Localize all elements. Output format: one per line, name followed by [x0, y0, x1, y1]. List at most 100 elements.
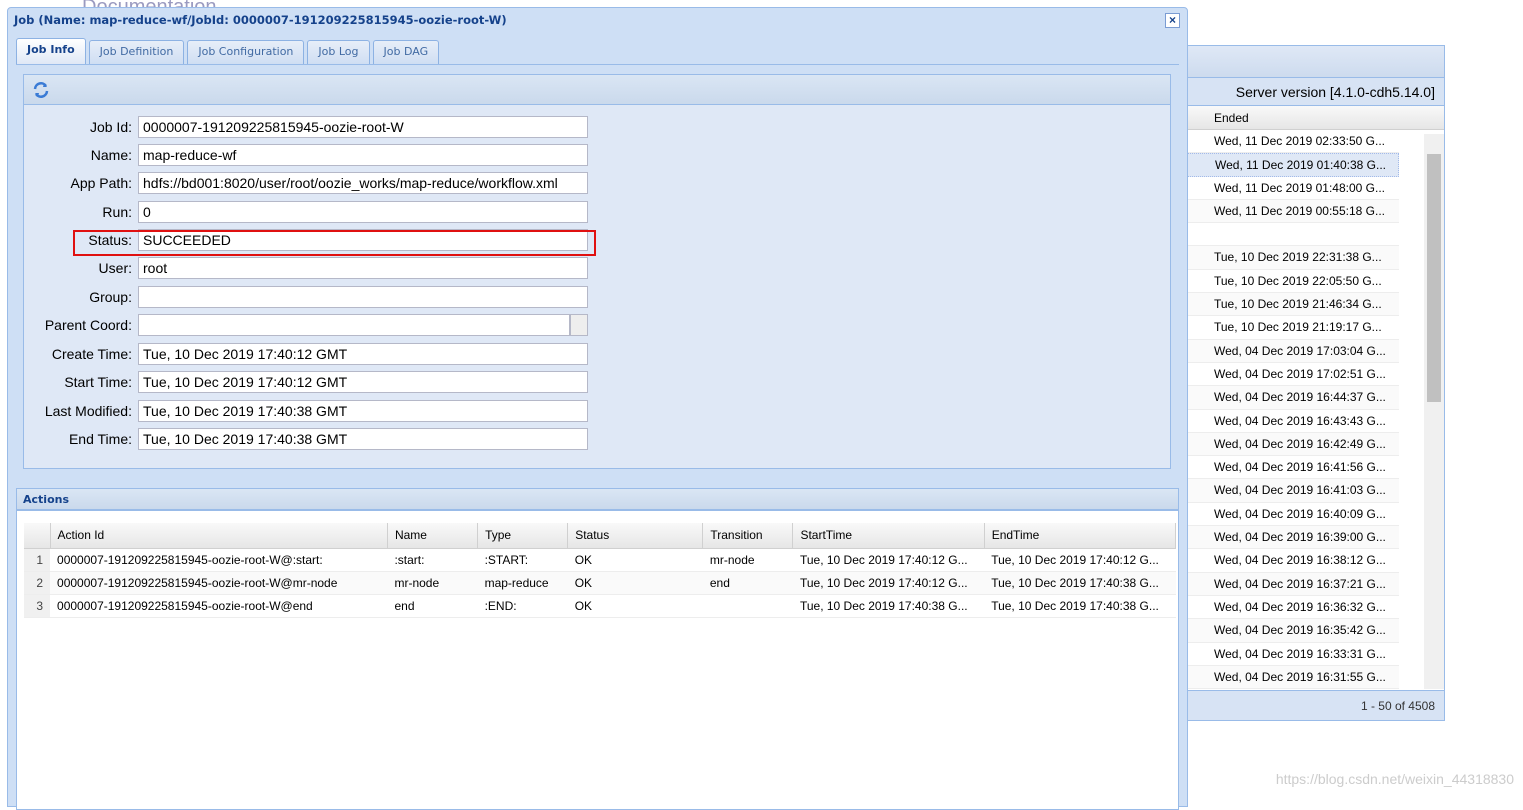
server-version: Server version [4.1.0-cdh5.14.0]	[1181, 78, 1444, 106]
job-row[interactable]: Wed, 11 Dec 2019 01:40:38 G...	[1181, 153, 1399, 177]
field-label: Create Time:	[51, 346, 132, 362]
job-row[interactable]: Wed, 04 Dec 2019 16:39:00 G...	[1181, 526, 1399, 550]
action-cell: 0000007-191209225815945-oozie-root-W@end	[50, 594, 388, 618]
field-start-time[interactable]: Tue, 10 Dec 2019 17:40:12 GMT	[138, 371, 588, 393]
field-label: Job Id:	[89, 119, 132, 135]
field-label: User:	[98, 260, 132, 276]
field-name[interactable]: map-reduce-wf	[138, 144, 588, 166]
job-row[interactable]: Wed, 04 Dec 2019 17:03:04 G...	[1181, 339, 1399, 363]
field-parent-coord[interactable]	[138, 314, 570, 336]
close-button[interactable]: ×	[1165, 13, 1180, 28]
actions-header: Actions	[16, 488, 1179, 510]
tab-job-info[interactable]: Job Info	[16, 38, 86, 64]
field-label: Run:	[102, 204, 132, 220]
field-app-path[interactable]: hdfs://bd001:8020/user/root/oozie_works/…	[138, 172, 588, 194]
action-cell: :END:	[477, 594, 568, 618]
column-header[interactable]	[24, 523, 51, 549]
job-row[interactable]: Wed, 04 Dec 2019 16:41:03 G...	[1181, 479, 1399, 503]
action-cell: mr-node	[387, 571, 478, 595]
field-user[interactable]: root	[138, 257, 588, 279]
action-cell: :START:	[477, 548, 568, 572]
action-cell: OK	[567, 548, 703, 572]
action-cell: 0000007-191209225815945-oozie-root-W@mr-…	[50, 571, 388, 595]
action-cell: :start:	[387, 548, 478, 572]
panel-toolbar	[24, 75, 1170, 105]
column-header[interactable]: Status	[567, 523, 704, 549]
job-row[interactable]: Wed, 04 Dec 2019 16:31:55 G...	[1181, 665, 1399, 690]
action-cell: Tue, 10 Dec 2019 17:40:38 G...	[984, 594, 1176, 618]
field-label: Start Time:	[64, 374, 132, 390]
row-number: 2	[24, 571, 51, 595]
job-row[interactable]: Wed, 11 Dec 2019 00:55:18 G...	[1181, 199, 1399, 224]
action-cell: OK	[567, 571, 703, 595]
field-label: Parent Coord:	[44, 317, 132, 333]
job-row[interactable]: Wed, 11 Dec 2019 02:33:50 G...	[1181, 130, 1399, 154]
column-header[interactable]: StartTime	[792, 523, 985, 549]
action-cell: end	[702, 571, 793, 595]
action-cell: Tue, 10 Dec 2019 17:40:38 G...	[984, 571, 1176, 595]
field-run[interactable]: 0	[138, 201, 588, 223]
column-header-ended[interactable]: Ended	[1181, 106, 1444, 130]
actions-grid: Action Id Name Type Status Transition StartTi…	[16, 510, 1179, 810]
action-cell: Tue, 10 Dec 2019 17:40:12 G...	[792, 571, 985, 595]
tab-job-definition[interactable]: Job Definition	[88, 40, 185, 64]
column-header[interactable]: Type	[477, 523, 569, 549]
tab-job-log[interactable]: Job Log	[307, 40, 370, 64]
tab-job-dag[interactable]: Job DAG	[372, 40, 440, 64]
action-cell: Tue, 10 Dec 2019 17:40:12 G...	[984, 548, 1176, 572]
job-row[interactable]: Wed, 04 Dec 2019 16:44:37 G...	[1181, 386, 1399, 410]
refresh-icon[interactable]	[32, 81, 50, 99]
action-cell	[702, 594, 793, 618]
action-cell: 0000007-191209225815945-oozie-root-W@:st…	[50, 548, 388, 572]
job-row[interactable]: Wed, 04 Dec 2019 16:42:49 G...	[1181, 432, 1399, 457]
pager: 1 - 50 of 4508	[1181, 690, 1444, 720]
job-row[interactable]: Wed, 04 Dec 2019 17:02:51 G...	[1181, 363, 1399, 387]
action-row[interactable]: 1 0000007-191209225815945-oozie-root-W@:s…	[24, 548, 1176, 572]
job-row[interactable]: Wed, 04 Dec 2019 16:36:32 G...	[1181, 596, 1399, 620]
action-cell: Tue, 10 Dec 2019 17:40:38 G...	[792, 594, 985, 618]
field-job-id[interactable]: 0000007-191209225815945-oozie-root-W	[138, 116, 588, 138]
job-row[interactable]	[1181, 223, 1399, 247]
job-row[interactable]: Tue, 10 Dec 2019 22:05:50 G...	[1181, 270, 1399, 294]
scrollbar[interactable]	[1424, 134, 1444, 689]
job-row[interactable]: Wed, 04 Dec 2019 16:43:43 G...	[1181, 410, 1399, 433]
action-cell: OK	[567, 594, 703, 618]
job-dialog: Job (Name: map-reduce-wf/JobId: 0000007-…	[7, 7, 1188, 810]
field-label: Last Modified:	[44, 403, 132, 419]
job-row[interactable]: Tue, 10 Dec 2019 21:46:34 G...	[1181, 293, 1399, 317]
job-row[interactable]: Wed, 04 Dec 2019 16:33:31 G...	[1181, 643, 1399, 666]
job-row[interactable]: Wed, 04 Dec 2019 16:41:56 G...	[1181, 456, 1399, 480]
job-row[interactable]: Tue, 10 Dec 2019 21:19:17 G...	[1181, 316, 1399, 340]
action-row[interactable]: 2 0000007-191209225815945-oozie-root-W@mr…	[24, 571, 1176, 595]
job-row[interactable]: Tue, 10 Dec 2019 22:31:38 G...	[1181, 246, 1399, 270]
column-header[interactable]: Action Id	[50, 523, 388, 549]
field-last-modified[interactable]: Tue, 10 Dec 2019 17:40:38 GMT	[138, 400, 588, 422]
job-row[interactable]: Wed, 04 Dec 2019 16:35:42 G...	[1181, 619, 1399, 643]
job-row[interactable]: Wed, 04 Dec 2019 16:37:21 G...	[1181, 572, 1399, 596]
tab-job-configuration[interactable]: Job Configuration	[187, 40, 305, 64]
column-header[interactable]: Transition	[702, 523, 794, 549]
field-group[interactable]	[138, 286, 588, 308]
action-row[interactable]: 3 0000007-191209225815945-oozie-root-W@en…	[24, 594, 1176, 618]
job-row[interactable]: Wed, 04 Dec 2019 16:40:09 G...	[1181, 503, 1399, 527]
action-cell: end	[387, 594, 478, 618]
jobs-list-panel: Server version [4.1.0-cdh5.14.0] Ended W…	[1180, 45, 1445, 721]
column-header[interactable]: EndTime	[984, 523, 1177, 549]
field-label: Name:	[90, 147, 132, 163]
job-info-panel: Job Id: 0000007-191209225815945-oozie-roo…	[23, 74, 1171, 469]
action-cell: Tue, 10 Dec 2019 17:40:12 G...	[792, 548, 985, 572]
field-end-time[interactable]: Tue, 10 Dec 2019 17:40:38 GMT	[138, 428, 588, 450]
dialog-title: Job (Name: map-reduce-wf/JobId: 0000007-…	[14, 13, 507, 27]
column-header[interactable]: Name	[387, 523, 479, 549]
field-create-time[interactable]: Tue, 10 Dec 2019 17:40:12 GMT	[138, 343, 588, 365]
action-cell: map-reduce	[477, 571, 568, 595]
status-highlight	[73, 230, 596, 256]
watermark: https://blog.csdn.net/weixin_44318830	[1275, 771, 1514, 787]
jobs-rows: Wed, 11 Dec 2019 02:33:50 G... Wed, 11 De…	[1181, 130, 1444, 690]
job-row[interactable]: Wed, 11 Dec 2019 01:48:00 G...	[1181, 177, 1399, 200]
field-label: Group:	[89, 289, 132, 305]
scrollbar-thumb[interactable]	[1427, 154, 1441, 402]
lookup-icon[interactable]	[570, 314, 588, 336]
row-number: 1	[24, 548, 51, 572]
job-row[interactable]: Wed, 04 Dec 2019 16:38:12 G...	[1181, 549, 1399, 573]
